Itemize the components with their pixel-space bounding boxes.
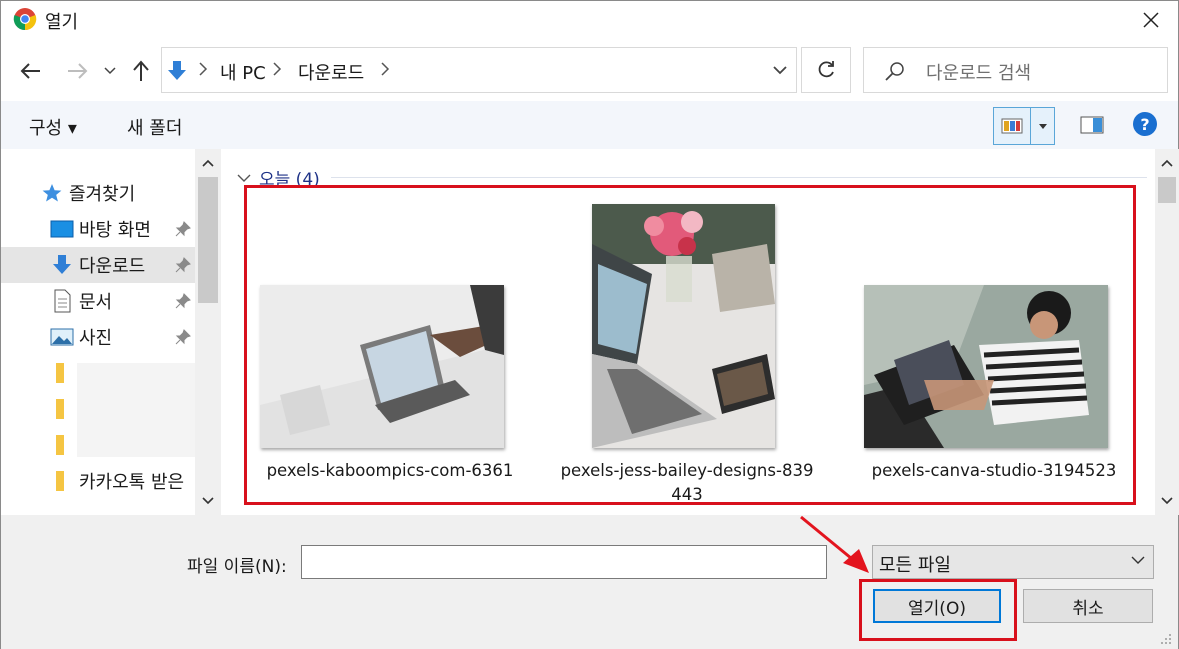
sidebar-scrollbar[interactable] [195,149,221,515]
chevron-right-icon [199,62,208,76]
back-button[interactable] [17,57,45,85]
sidebar-item-documents[interactable]: 문서 [1,283,195,319]
arrow-right-icon [68,63,88,79]
scroll-up-button[interactable] [1155,149,1179,177]
annotation-highlight-open [859,579,1017,641]
chevron-down-icon [104,67,116,75]
up-button[interactable] [127,57,155,85]
navigation-pane: 즐겨찾기 바탕 화면 다운로드 문서 사진 카카오톡 받은 [1,149,221,515]
dialog-footer: 파일 이름(N): 모든 파일 열기(O) 취소 [1,515,1178,649]
file-type-select[interactable]: 모든 파일 [872,545,1154,579]
sidebar-item-kakaotalk[interactable]: 카카오톡 받은 [1,463,195,499]
sidebar-item-favorites[interactable]: 즐겨찾기 [1,175,195,211]
sidebar-item-downloads[interactable]: 다운로드 [1,247,195,283]
pin-icon [175,293,191,309]
picture-icon [49,324,75,350]
organize-button[interactable]: 구성 ▾ [29,114,77,140]
chevron-right-icon [273,62,282,76]
chevron-up-icon [1161,159,1173,167]
open-file-dialog: 열기 내 PC 다운로드 다운로드 검색 구성 ▾ 새 폴더 ? 즐겨찾기 바탕… [0,0,1179,649]
download-arrow-icon [168,61,186,80]
sidebar-item-label: 문서 [79,292,113,313]
breadcrumb-downloads[interactable]: 다운로드 [298,59,364,85]
sidebar-item-desktop[interactable]: 바탕 화면 [1,211,195,247]
help-icon: ? [1140,114,1150,134]
chrome-icon [13,8,37,31]
sidebar-item-label: 다운로드 [79,256,146,277]
address-dropdown-icon[interactable] [772,60,788,80]
title-bar: 열기 [1,1,1178,39]
sidebar-item-label: 즐겨찾기 [69,184,136,205]
scroll-thumb[interactable] [1158,177,1176,203]
caret-down-icon [1038,123,1047,129]
annotation-arrow-icon [800,515,869,573]
search-input[interactable]: 다운로드 검색 [863,47,1168,93]
preview-pane-button[interactable] [1079,112,1105,138]
address-bar[interactable]: 내 PC 다운로드 [161,47,797,93]
file-type-value: 모든 파일 [879,555,951,576]
arrow-left-icon [20,63,40,79]
command-toolbar: 구성 ▾ 새 폴더 ? [1,101,1178,149]
folder-icon [49,468,75,494]
folder-icon [49,360,75,386]
chevron-up-icon [202,159,214,167]
redacted-area [77,363,195,457]
chevron-down-icon [202,497,214,505]
star-icon [39,180,65,206]
resize-grip-icon[interactable] [1160,633,1172,645]
view-options-dropdown[interactable] [1031,107,1055,145]
preview-pane-icon [1080,116,1104,134]
new-folder-button[interactable]: 새 폴더 [127,114,182,140]
file-list: 오늘 (4) pexels-kaboompics-com-6361 pexels… [221,149,1155,515]
folder-icon [49,396,75,422]
window-title: 열기 [45,12,79,33]
chevron-down-icon [1161,497,1173,505]
sidebar-item-label: 사진 [79,328,113,349]
chevron-down-icon [237,174,251,182]
file-name-label: 파일 이름(N): [187,557,287,577]
cancel-button[interactable]: 취소 [1023,589,1153,623]
download-arrow-icon [49,252,75,278]
scroll-down-button[interactable] [195,487,221,515]
document-icon [49,288,75,314]
close-button[interactable] [1136,5,1166,35]
sidebar-item-pictures[interactable]: 사진 [1,319,195,355]
sidebar-item-label: 바탕 화면 [79,220,151,241]
search-icon [885,62,904,81]
desktop-icon [49,216,75,242]
change-view-button[interactable] [993,107,1031,145]
large-icons-view-icon [1001,118,1023,134]
file-list-scrollbar[interactable] [1155,149,1179,515]
sidebar-item-label: 카카오톡 받은 [79,472,185,493]
refresh-icon [818,61,834,78]
navigation-bar: 내 PC 다운로드 다운로드 검색 [1,39,1178,101]
annotation-highlight-files [244,185,1136,505]
close-icon [1143,12,1159,28]
pin-icon [175,329,191,345]
file-name-input[interactable] [301,545,827,579]
folder-icon [49,432,75,458]
breadcrumb-this-pc[interactable]: 내 PC [220,59,266,85]
forward-button[interactable] [63,57,91,85]
pin-icon [175,221,191,237]
refresh-button[interactable] [801,47,851,93]
scroll-down-button[interactable] [1155,487,1179,515]
arrow-up-icon [133,60,149,81]
pin-icon [175,257,191,273]
recent-locations-button[interactable] [97,57,123,85]
search-placeholder: 다운로드 검색 [926,63,1032,84]
chevron-down-icon [1131,556,1145,564]
help-button[interactable]: ? [1133,112,1157,136]
chevron-right-icon [381,62,390,76]
scroll-up-button[interactable] [195,149,221,177]
scroll-thumb[interactable] [198,177,218,303]
